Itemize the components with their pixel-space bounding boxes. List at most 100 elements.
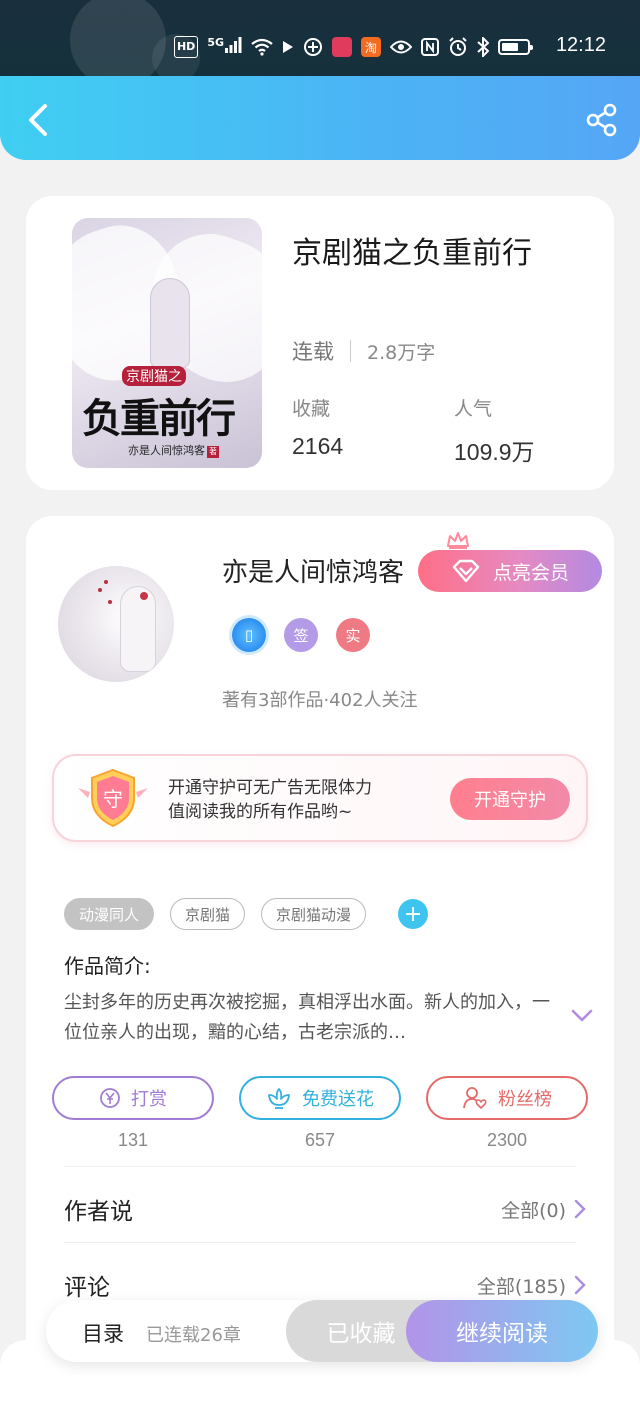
coin-icon [100,1088,120,1108]
signed-badge: 签 [284,618,318,652]
chevron-left-icon [29,104,47,136]
flower-action: 免费送花 657 [239,1076,401,1151]
chapter-count: 已连载26章 [146,1325,241,1346]
real-badge-label: 实 [345,626,361,645]
author-badges: ▯ 签 实 [232,618,370,652]
status-bar: HD 5G 淘 12:12 [0,0,640,76]
network-type-label: 5G [207,36,224,49]
guard-banner: 守 开通守护可无广告无限体力 值阅读我的所有作品哟~ 开通守护 [52,754,588,842]
comments-label: 评论 [64,1275,110,1301]
taobao-icon: 淘 [361,37,381,57]
intro-text: 尘封多年的历史再次被挖掘，真相浮出水面。新人的加入，一位位亲人的出现，黯的心结，… [64,992,550,1043]
open-guard-button[interactable]: 开通守护 [450,778,570,820]
cover-art [150,278,190,368]
fans-action: 粉丝榜 2300 [426,1076,588,1151]
cover-author-name: 亦是人间惊鸿客 [128,444,205,457]
book-status: 连载 [292,340,334,364]
book-info-card: 京剧猫之 负重前行 亦是人间惊鸿客著 京剧猫之负重前行 连载 2.8万字 收藏 … [26,196,614,490]
guard-line-1: 开通守护可无广告无限体力 [168,778,372,798]
continue-reading-button[interactable]: 继续阅读 [406,1300,598,1362]
battery-icon [498,36,533,58]
avatar-art [98,588,102,592]
author-avatar[interactable] [58,566,174,682]
author-says-count: 全部(0) [501,1199,566,1222]
app-icon [332,37,352,57]
chevron-right-icon [574,1275,586,1295]
book-cover[interactable]: 京剧猫之 负重前行 亦是人间惊鸿客著 [72,218,262,468]
fans-ranking-label: 粉丝榜 [498,1089,552,1110]
chevron-right-icon [574,1199,586,1219]
share-button[interactable] [584,102,620,138]
tag-item[interactable]: 动漫同人 [64,898,155,930]
cover-seal: 著 [207,446,219,458]
avatar-art [140,592,148,600]
divider [64,1242,576,1243]
5g-signal-icon: 5G [207,36,242,58]
play-icon [282,36,294,58]
send-flower-label: 免费送花 [302,1089,374,1110]
avatar-art [108,600,112,604]
back-button[interactable] [18,100,58,140]
vip-button[interactable]: 点亮会员 [418,550,602,592]
book-meta: 连载 2.8万字 [292,336,435,366]
action-row: 打赏 131 免费送花 657 粉丝榜 2300 [52,1076,588,1151]
guard-line-2: 值阅读我的所有作品哟~ [168,802,353,822]
flower-icon [268,1088,290,1109]
toc-button[interactable]: 目录 [82,1318,124,1348]
reward-count: 131 [117,1130,149,1150]
app-header [0,76,640,160]
add-tag-button[interactable]: + [398,899,429,929]
bluetooth-icon [477,36,489,58]
word-count: 2.8万字 [367,341,436,364]
author-card: 亦是人间惊鸿客 点亮会员 ▯ 签 实 著有3部作品·402人关注 守 开通守护可… [26,516,614,1396]
book-title: 京剧猫之负重前行 [292,236,532,271]
comments-count: 全部(185) [476,1275,566,1298]
avatar-art [104,580,108,584]
favorites-stat: 收藏 2164 [292,394,343,460]
avatar-art [120,586,156,672]
popularity-label: 人气 [454,398,493,420]
author-name[interactable]: 亦是人间惊鸿客 [222,552,404,589]
diamond-icon [452,559,480,583]
author-stats: 著有3部作品·402人关注 [222,690,418,711]
intro-title: 作品简介: [64,954,151,978]
divider [64,1166,576,1167]
guard-text: 开通守护可无广告无限体力 值阅读我的所有作品哟~ [168,776,372,824]
comments-row[interactable]: 评论 全部(185) [64,1268,586,1302]
popularity-stat: 人气 109.9万 [454,394,535,467]
reward-action: 打赏 131 [52,1076,214,1151]
comments-more[interactable]: 全部(185) [477,1272,586,1299]
fans-ranking-button[interactable]: 粉丝榜 [426,1076,588,1120]
popularity-value: 109.9万 [454,439,535,465]
send-flower-button[interactable]: 免费送花 [239,1076,401,1120]
flower-count: 657 [304,1130,336,1150]
shield-icon: 守 [78,768,148,828]
wifi-icon [251,36,273,58]
cover-subtitle: 京剧猫之 [122,366,186,386]
reward-button[interactable]: 打赏 [52,1076,214,1120]
signed-badge-label: 签 [293,626,309,645]
author-says-row[interactable]: 作者说 全部(0) [64,1192,586,1226]
decor-bubble [70,0,166,76]
hd-icon: HD [173,36,199,58]
bottom-action-bar: 目录 已连载26章 已收藏 继续阅读 [46,1300,598,1362]
share-icon [586,103,617,137]
tag-item[interactable]: 京剧猫 [170,898,246,930]
tag-list: 动漫同人 京剧猫 京剧猫动漫 + [64,898,429,930]
phone-verified-badge: ▯ [232,618,266,652]
favorites-label: 收藏 [292,398,331,420]
chevron-down-icon[interactable] [570,1008,594,1024]
phone-badge-icon: ▯ [244,626,254,644]
fans-count: 2300 [486,1130,528,1150]
author-says-more[interactable]: 全部(0) [501,1196,586,1223]
clock: 12:12 [555,34,606,56]
eye-icon [390,36,412,58]
app-icon [303,36,323,58]
author-says-label: 作者说 [64,1199,133,1225]
shield-char: 守 [103,787,123,811]
tag-item[interactable]: 京剧猫动漫 [261,898,367,930]
favorites-value: 2164 [292,433,344,459]
cover-author: 亦是人间惊鸿客著 [128,442,219,458]
cover-title: 负重前行 [82,395,236,442]
real-name-badge: 实 [336,618,370,652]
